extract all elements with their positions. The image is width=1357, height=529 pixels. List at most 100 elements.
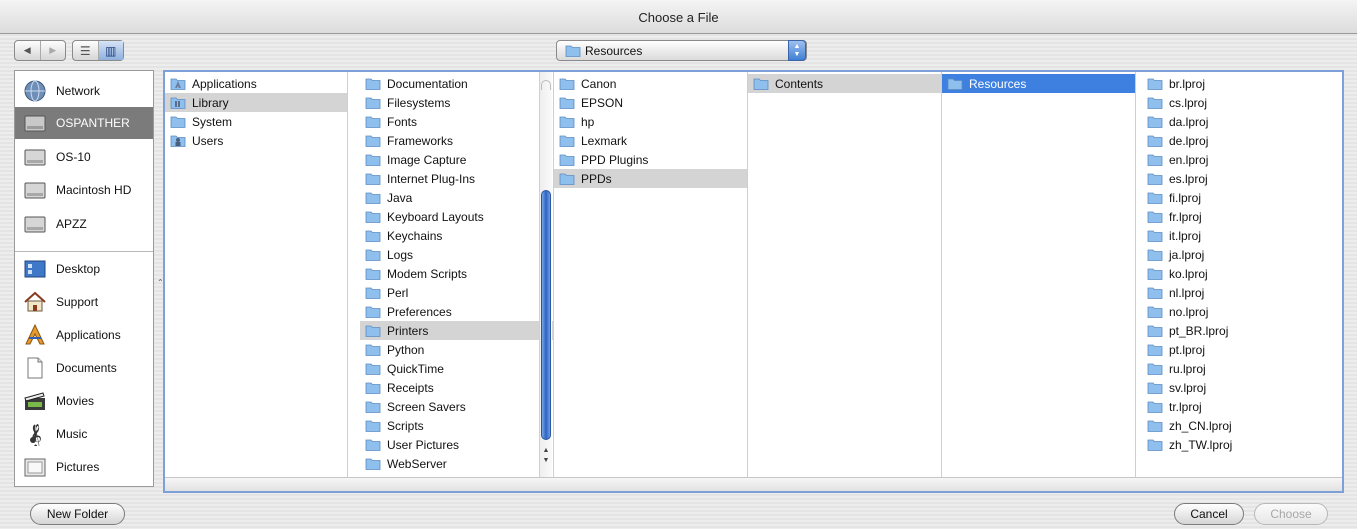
browser-item[interactable]: Receipts — [360, 378, 553, 397]
browser-item[interactable]: Frameworks — [360, 131, 553, 150]
sidebar-item-network[interactable]: Network — [15, 75, 153, 107]
sidebar-item-apzz[interactable]: APZZ — [15, 208, 153, 240]
browser-item[interactable]: Applications — [165, 74, 347, 93]
browser-item[interactable]: Keychains — [360, 226, 553, 245]
browser-item[interactable]: Keyboard Layouts — [360, 207, 553, 226]
browser-item[interactable]: ja.lproj — [1142, 245, 1342, 264]
browser-item[interactable]: Image Capture — [360, 150, 553, 169]
new-folder-button[interactable]: New Folder — [30, 503, 125, 525]
back-button[interactable]: ◀ — [15, 41, 41, 60]
browser-item[interactable]: User Pictures — [360, 435, 553, 454]
column-2-scrollbar[interactable]: ▲ ▼ — [539, 72, 552, 477]
sidebar-item-support[interactable]: Support — [15, 286, 153, 318]
browser-item-label: ru.lproj — [1169, 361, 1206, 376]
browser-item-label: Contents — [775, 76, 824, 91]
choose-button[interactable]: Choose — [1254, 503, 1328, 525]
sidebar-item-os-10[interactable]: OS-10 — [15, 141, 153, 173]
folder-icon — [1147, 363, 1163, 375]
browser-column-6: br.lproj cs.lproj da.lproj de.lproj en.lproj… — [1142, 72, 1342, 477]
browser-item[interactable]: Python — [360, 340, 553, 359]
browser-item[interactable]: nl.lproj — [1142, 283, 1342, 302]
browser-item[interactable]: QuickTime — [360, 359, 553, 378]
browser-item[interactable]: zh_TW.lproj — [1142, 435, 1342, 454]
folder-icon — [365, 306, 381, 318]
browser-item[interactable]: en.lproj — [1142, 150, 1342, 169]
browser-item[interactable]: Preferences — [360, 302, 553, 321]
browser-item[interactable]: PPDs — [554, 169, 747, 188]
browser-item[interactable]: Lexmark — [554, 131, 747, 150]
scrollbar-top-cap — [541, 80, 551, 90]
applications-folder-icon — [170, 78, 186, 90]
browser-item[interactable]: Canon — [554, 74, 747, 93]
browser-item[interactable]: da.lproj — [1142, 112, 1342, 131]
forward-button[interactable]: ▶ — [41, 41, 66, 60]
folder-icon — [1147, 173, 1163, 185]
sidebar-splitter[interactable]: ⌃ — [157, 278, 164, 287]
location-popup[interactable]: Resources ▲ ▼ — [556, 40, 807, 61]
browser-item[interactable]: no.lproj — [1142, 302, 1342, 321]
sidebar-item-macintosh-hd[interactable]: Macintosh HD — [15, 174, 153, 206]
users-folder-icon — [170, 135, 186, 147]
browser-column-4: Contents — [748, 72, 942, 477]
browser-item[interactable]: Java — [360, 188, 553, 207]
sidebar-item-desktop[interactable]: Desktop — [15, 253, 153, 285]
browser-item-label: Filesystems — [387, 95, 451, 110]
browser-item[interactable]: System — [165, 112, 347, 131]
browser-item[interactable]: Logs — [360, 245, 553, 264]
browser-item[interactable]: Fonts — [360, 112, 553, 131]
browser-item[interactable]: PPD Plugins — [554, 150, 747, 169]
browser-item[interactable]: zh_CN.lproj — [1142, 416, 1342, 435]
browser-item[interactable]: Perl — [360, 283, 553, 302]
browser-item[interactable]: WebServer — [360, 454, 553, 473]
folder-icon — [365, 439, 381, 451]
scroll-arrows-icon[interactable]: ▲ ▼ — [540, 446, 552, 466]
browser-item[interactable]: ko.lproj — [1142, 264, 1342, 283]
browser-item[interactable]: ru.lproj — [1142, 359, 1342, 378]
browser-item[interactable]: fi.lproj — [1142, 188, 1342, 207]
list-view-button[interactable]: ☰ — [73, 41, 99, 60]
browser-item[interactable]: es.lproj — [1142, 169, 1342, 188]
browser-item[interactable]: hp — [554, 112, 747, 131]
browser-item[interactable]: sv.lproj — [1142, 378, 1342, 397]
browser-item[interactable]: Library — [165, 93, 347, 112]
scrollbar-thumb[interactable] — [541, 190, 551, 440]
sidebar-item-documents[interactable]: Documents — [15, 352, 153, 384]
browser-item[interactable]: Modem Scripts — [360, 264, 553, 283]
browser-item[interactable]: pt.lproj — [1142, 340, 1342, 359]
column-view-button[interactable]: ▥ — [98, 41, 123, 60]
browser-item-label: Modem Scripts — [387, 266, 468, 281]
browser-item[interactable]: Internet Plug-Ins — [360, 169, 553, 188]
title-bar: Choose a File — [0, 0, 1357, 34]
browser-item-label: ja.lproj — [1169, 247, 1205, 262]
sidebar-item-music[interactable]: 𝄞 Music — [15, 418, 153, 450]
browser-item-label: fi.lproj — [1169, 190, 1202, 205]
browser-item[interactable]: Filesystems — [360, 93, 553, 112]
sidebar-item-ospanther[interactable]: OSPANTHER — [15, 107, 153, 139]
home-icon — [24, 291, 46, 312]
cancel-button[interactable]: Cancel — [1174, 503, 1244, 525]
browser-item[interactable]: fr.lproj — [1142, 207, 1342, 226]
browser-item[interactable]: Printers — [360, 321, 553, 340]
sidebar-item-pictures[interactable]: Pictures — [15, 451, 153, 483]
browser-item[interactable]: it.lproj — [1142, 226, 1342, 245]
horizontal-scrollbar[interactable] — [165, 477, 1342, 491]
browser-item[interactable]: cs.lproj — [1142, 93, 1342, 112]
browser-item-label: Scripts — [387, 418, 424, 433]
browser-item[interactable]: Contents — [748, 74, 941, 93]
browser-item[interactable]: pt_BR.lproj — [1142, 321, 1342, 340]
browser-item[interactable]: Scripts — [360, 416, 553, 435]
browser-item[interactable]: tr.lproj — [1142, 397, 1342, 416]
browser-item[interactable]: Users — [165, 131, 347, 150]
hard-drive-icon — [24, 149, 46, 166]
sidebar-item-applications[interactable]: Applications — [15, 319, 153, 351]
browser-item[interactable]: Resources — [942, 74, 1135, 93]
sidebar-item-movies[interactable]: Movies — [15, 385, 153, 417]
browser-item[interactable]: Documentation — [360, 74, 553, 93]
browser-item[interactable]: de.lproj — [1142, 131, 1342, 150]
browser-item-label: Fonts — [387, 114, 418, 129]
browser-item[interactable]: EPSON — [554, 93, 747, 112]
folder-icon — [365, 135, 381, 147]
browser-item[interactable]: br.lproj — [1142, 74, 1342, 93]
browser-item[interactable]: Screen Savers — [360, 397, 553, 416]
view-mode-control: ☰ ▥ — [72, 40, 124, 61]
